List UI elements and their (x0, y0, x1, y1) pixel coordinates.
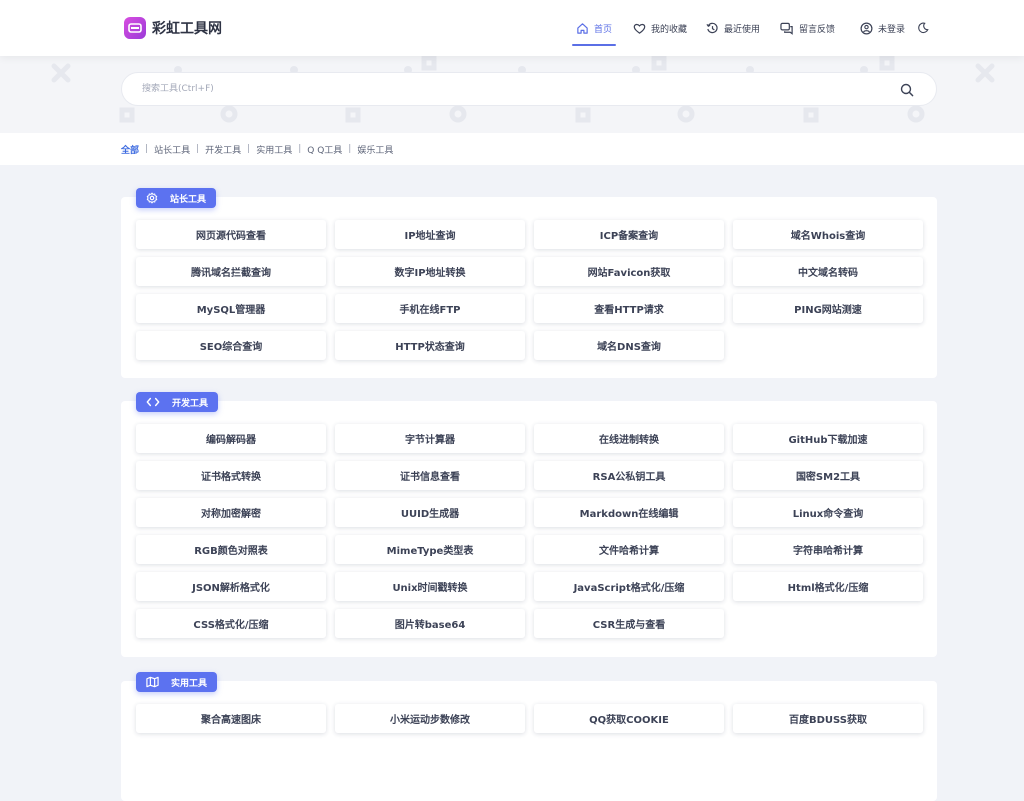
tool-section: 实用工具聚合高速图床小米运动步数修改QQ获取COOKIE百度BDUSS获取 (121, 681, 937, 801)
nav-recent-label: 最近使用 (724, 22, 760, 35)
top-header: 彩虹工具网 首页 我的收藏 最近使用 (0, 0, 1024, 56)
app-name: 彩虹工具网 (152, 18, 222, 38)
code-icon (146, 396, 166, 408)
tool-card[interactable]: PING网站测速 (733, 294, 923, 323)
nav-favorites[interactable]: 我的收藏 (633, 0, 687, 56)
nav-recent[interactable]: 最近使用 (706, 0, 760, 56)
tool-card[interactable]: 文件哈希计算 (534, 535, 724, 564)
tool-card[interactable]: Unix时间戳转换 (335, 572, 525, 601)
tool-card[interactable]: HTTP状态查询 (335, 331, 525, 360)
tool-card[interactable]: GitHub下载加速 (733, 424, 923, 453)
map-icon (146, 676, 165, 688)
tool-card[interactable]: 字节计算器 (335, 424, 525, 453)
search-input[interactable] (140, 83, 864, 95)
tool-card[interactable]: 字符串哈希计算 (733, 535, 923, 564)
tool-card[interactable]: JSON解析格式化 (136, 572, 326, 601)
nav-home[interactable]: 首页 (576, 0, 612, 56)
tool-card[interactable]: SEO综合查询 (136, 331, 326, 360)
tool-card[interactable]: UUID生成器 (335, 498, 525, 527)
category-link[interactable]: 开发工具 (205, 143, 241, 156)
category-link[interactable]: 实用工具 (256, 143, 292, 156)
tool-card[interactable]: 网页源代码查看 (136, 220, 326, 249)
moon-icon (917, 22, 929, 34)
tool-card[interactable]: RSA公私钥工具 (534, 461, 724, 490)
category-link[interactable]: 站长工具 (154, 143, 190, 156)
nav-login[interactable]: 未登录 (860, 0, 905, 56)
section-title: 站长工具 (136, 188, 216, 208)
tool-card[interactable]: 编码解码器 (136, 424, 326, 453)
section-title: 实用工具 (136, 672, 217, 692)
home-icon (576, 22, 589, 35)
tool-card[interactable]: 域名Whois查询 (733, 220, 923, 249)
tool-card[interactable]: 图片转base64 (335, 609, 525, 638)
category-separator: | (196, 144, 199, 154)
gear-icon (146, 192, 164, 204)
tool-card[interactable]: 手机在线FTP (335, 294, 525, 323)
nav-home-label: 首页 (594, 22, 612, 35)
tool-card[interactable]: MimeType类型表 (335, 535, 525, 564)
tool-card[interactable]: MySQL管理器 (136, 294, 326, 323)
tool-card[interactable]: IP地址查询 (335, 220, 525, 249)
search-box (121, 72, 937, 106)
category-separator: | (247, 144, 250, 154)
tool-section: 站长工具网页源代码查看IP地址查询ICP备案查询域名Whois查询腾讯域名拦截查… (121, 197, 937, 378)
theme-toggle[interactable] (917, 0, 934, 56)
section-title: 开发工具 (136, 392, 218, 412)
tool-section: 开发工具编码解码器字节计算器在线进制转换GitHub下载加速证书格式转换证书信息… (121, 401, 937, 657)
tool-card[interactable]: 聚合高速图床 (136, 704, 326, 733)
tool-card[interactable]: 对称加密解密 (136, 498, 326, 527)
history-icon (706, 22, 719, 35)
tool-card[interactable]: 在线进制转换 (534, 424, 724, 453)
tool-card[interactable]: Markdown在线编辑 (534, 498, 724, 527)
category-separator: | (348, 144, 351, 154)
tool-card[interactable]: 域名DNS查询 (534, 331, 724, 360)
tool-card[interactable]: CSS格式化/压缩 (136, 609, 326, 638)
tool-card[interactable]: 百度BDUSS获取 (733, 704, 923, 733)
user-icon (860, 22, 873, 35)
nav-login-label: 未登录 (878, 22, 905, 35)
tool-card[interactable]: 腾讯域名拦截查询 (136, 257, 326, 286)
section-title-label: 站长工具 (170, 192, 206, 205)
chat-icon (780, 22, 794, 35)
tool-card[interactable]: Html格式化/压缩 (733, 572, 923, 601)
tool-card[interactable]: 网站Favicon获取 (534, 257, 724, 286)
tool-card[interactable]: JavaScript格式化/压缩 (534, 572, 724, 601)
tool-grid: 网页源代码查看 IP地址查询 ICP备案查询域名Whois查询腾讯域名拦截查询数字I… (136, 220, 923, 360)
tool-card[interactable]: CSR生成与查看 (534, 609, 724, 638)
category-link[interactable]: 娱乐工具 (357, 143, 393, 156)
tool-card[interactable]: Linux命令查询 (733, 498, 923, 527)
tool-grid: 编码解码器字节计算器在线进制转换 GitHub下载加速证书格式转换证书信息查看 RS… (136, 424, 923, 638)
logo[interactable]: 彩虹工具网 (124, 17, 222, 39)
main-nav: 首页 (576, 0, 612, 56)
category-separator: | (298, 144, 301, 154)
tool-card[interactable]: 数字IP地址转换 (335, 257, 525, 286)
tool-card[interactable]: 证书格式转换 (136, 461, 326, 490)
category-list: 全部 | 站长工具 | 开发工具 | 实用工具 | Q Q工具 | 娱乐工具 (121, 143, 393, 156)
tool-card[interactable]: 查看HTTP请求 (534, 294, 724, 323)
nav-feedback[interactable]: 留言反馈 (780, 0, 835, 56)
section-title-label: 开发工具 (172, 396, 208, 409)
nav-favorites-label: 我的收藏 (651, 22, 687, 35)
tool-card[interactable]: 中文域名转码 (733, 257, 923, 286)
tool-card[interactable]: 国密SM2工具 (733, 461, 923, 490)
tool-card[interactable]: RGB颜色对照表 (136, 535, 326, 564)
logo-icon (124, 17, 146, 39)
tool-card[interactable]: 小米运动步数修改 (335, 704, 525, 733)
tool-card[interactable]: 证书信息查看 (335, 461, 525, 490)
category-link[interactable]: 全部 (121, 143, 139, 156)
section-title-label: 实用工具 (171, 676, 207, 689)
category-filter-bar: 全部 | 站长工具 | 开发工具 | 实用工具 | Q Q工具 | 娱乐工具 (0, 133, 1024, 165)
tool-card[interactable]: ICP备案查询 (534, 220, 724, 249)
category-separator: | (145, 144, 148, 154)
search-banner (0, 46, 1024, 133)
heart-icon (633, 22, 646, 35)
category-link[interactable]: Q Q工具 (307, 143, 342, 156)
tool-grid: 聚合高速图床小米运动步数修改 QQ获取COOKIE 百度BDUSS获取 (136, 704, 923, 733)
search-icon[interactable] (900, 82, 914, 101)
tool-card[interactable]: QQ获取COOKIE (534, 704, 724, 733)
nav-feedback-label: 留言反馈 (799, 22, 835, 35)
